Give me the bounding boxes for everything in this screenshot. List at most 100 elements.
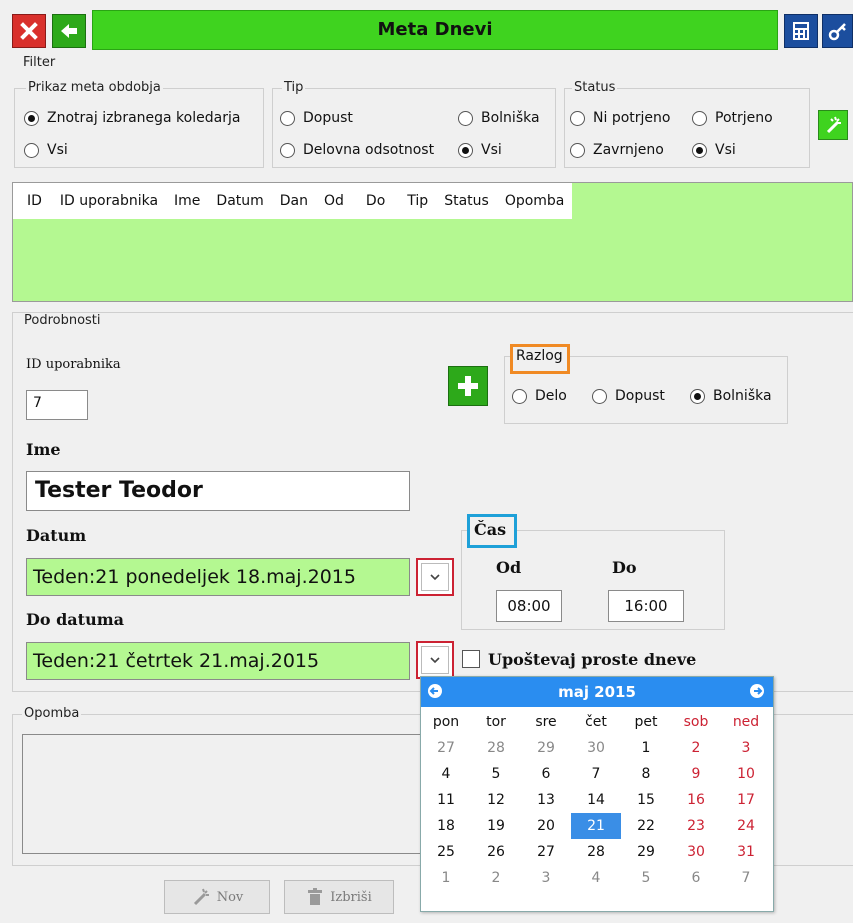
date-field[interactable]: Teden:21 ponedeljek 18.maj.2015	[26, 558, 410, 596]
radio-button[interactable]	[570, 110, 585, 126]
type-option-vsi[interactable]: Vsi	[458, 142, 502, 158]
calendar-day[interactable]: 4	[421, 761, 471, 787]
calendar-day[interactable]: 13	[521, 787, 571, 813]
column-header-day[interactable]: Dan	[272, 183, 316, 219]
column-header-date[interactable]: Datum	[208, 183, 271, 219]
calendar-day[interactable]: 22	[621, 813, 671, 839]
radio-button[interactable]	[458, 142, 473, 158]
calendar-day[interactable]: 31	[721, 839, 771, 865]
calendar-day[interactable]: 9	[671, 761, 721, 787]
calendar-day[interactable]: 29	[521, 735, 571, 761]
apply-filter-button[interactable]	[818, 110, 848, 140]
calendar-day[interactable]: 20	[521, 813, 571, 839]
calendar-day[interactable]: 26	[471, 839, 521, 865]
reason-option-dopust[interactable]: Dopust	[592, 388, 665, 404]
calendar-day[interactable]: 4	[571, 865, 621, 891]
calendar-day[interactable]: 5	[621, 865, 671, 891]
calendar-day[interactable]: 1	[621, 735, 671, 761]
calendar-day[interactable]: 3	[521, 865, 571, 891]
calendar-day[interactable]: 8	[621, 761, 671, 787]
to-date-field[interactable]: Teden:21 četrtek 21.maj.2015	[26, 642, 410, 680]
column-header-user-id[interactable]: ID uporabnika	[52, 183, 166, 219]
consider-free-days-label[interactable]: Upoštevaj proste dneve	[488, 650, 696, 669]
calendar-day[interactable]: 25	[421, 839, 471, 865]
calendar-day[interactable]: 23	[671, 813, 721, 839]
calendar-day[interactable]: 2	[671, 735, 721, 761]
calendar-day[interactable]: 12	[471, 787, 521, 813]
calendar-day[interactable]: 17	[721, 787, 771, 813]
time-to-field[interactable]: 16:00	[608, 590, 684, 622]
calendar-day[interactable]: 27	[421, 735, 471, 761]
calendar-day[interactable]: 3	[721, 735, 771, 761]
column-header-type[interactable]: Tip	[399, 183, 436, 219]
consider-free-days-checkbox[interactable]	[462, 650, 480, 668]
radio-button[interactable]	[280, 142, 295, 158]
calendar-day[interactable]: 1	[421, 865, 471, 891]
radio-button[interactable]	[512, 388, 527, 404]
calendar-day[interactable]: 29	[621, 839, 671, 865]
calendar-day-selected[interactable]: 21	[571, 813, 621, 839]
status-option-vsi[interactable]: Vsi	[692, 142, 736, 158]
radio-button[interactable]	[24, 110, 39, 126]
period-option-range[interactable]: Znotraj izbranega koledarja	[24, 110, 240, 126]
calendar-day[interactable]: 11	[421, 787, 471, 813]
radio-button[interactable]	[24, 142, 39, 158]
calendar-day[interactable]: 27	[521, 839, 571, 865]
user-id-field[interactable]: 7	[26, 390, 88, 420]
radio-button[interactable]	[458, 110, 473, 126]
status-option-zavrnjeno[interactable]: Zavrnjeno	[570, 142, 664, 158]
type-option-delovna-odsotnost[interactable]: Delovna odsotnost	[280, 142, 434, 158]
calendar-day[interactable]: 30	[571, 735, 621, 761]
reason-option-delo[interactable]: Delo	[512, 388, 567, 404]
name-field[interactable]: Tester Teodor	[26, 471, 410, 511]
calendar-day[interactable]: 14	[571, 787, 621, 813]
calendar-day[interactable]: 6	[521, 761, 571, 787]
column-header-status[interactable]: Status	[436, 183, 497, 219]
calendar-day[interactable]: 24	[721, 813, 771, 839]
type-option-dopust[interactable]: Dopust	[280, 110, 353, 126]
calendar-day[interactable]: 30	[671, 839, 721, 865]
save-button[interactable]	[784, 14, 818, 48]
arrow-left-icon[interactable]	[427, 683, 443, 699]
radio-button[interactable]	[570, 142, 585, 158]
period-option-all[interactable]: Vsi	[24, 142, 68, 158]
calendar-popup[interactable]: maj 2015 pon tor sre čet pet sob ned 27 …	[420, 676, 774, 912]
radio-button[interactable]	[690, 388, 705, 404]
calendar-day[interactable]: 18	[421, 813, 471, 839]
radio-button[interactable]	[592, 388, 607, 404]
calendar-day[interactable]: 16	[671, 787, 721, 813]
column-header-to[interactable]: Do	[352, 183, 399, 219]
column-header-note[interactable]: Opomba	[497, 183, 573, 219]
column-header-id[interactable]: ID	[13, 183, 52, 219]
radio-button[interactable]	[280, 110, 295, 126]
calendar-day[interactable]: 2	[471, 865, 521, 891]
calendar-day[interactable]: 6	[671, 865, 721, 891]
status-option-potrjeno[interactable]: Potrjeno	[692, 110, 773, 126]
delete-button[interactable]: Izbriši	[284, 880, 394, 914]
radio-button[interactable]	[692, 110, 707, 126]
close-button[interactable]	[12, 14, 46, 48]
column-header-from[interactable]: Od	[316, 183, 352, 219]
status-option-ni-potrjeno[interactable]: Ni potrjeno	[570, 110, 670, 126]
to-date-dropdown-button[interactable]	[416, 641, 454, 679]
column-header-name[interactable]: Ime	[166, 183, 208, 219]
date-dropdown-button[interactable]	[416, 558, 454, 596]
calendar-day[interactable]: 7	[721, 865, 771, 891]
radio-button[interactable]	[692, 142, 707, 158]
note-textarea[interactable]	[22, 734, 432, 854]
calendar-day[interactable]: 28	[471, 735, 521, 761]
calendar-day[interactable]: 7	[571, 761, 621, 787]
add-button[interactable]	[448, 366, 488, 406]
calendar-month-label[interactable]: maj 2015	[558, 683, 636, 701]
calendar-day[interactable]: 19	[471, 813, 521, 839]
back-button[interactable]	[52, 14, 86, 48]
calendar-day[interactable]: 28	[571, 839, 621, 865]
calendar-day[interactable]: 5	[471, 761, 521, 787]
type-option-bolniska[interactable]: Bolniška	[458, 110, 540, 126]
reason-option-bolniska[interactable]: Bolniška	[690, 388, 772, 404]
calendar-day[interactable]: 15	[621, 787, 671, 813]
time-from-field[interactable]: 08:00	[496, 590, 562, 622]
arrow-right-icon[interactable]	[749, 683, 765, 699]
calendar-day[interactable]: 10	[721, 761, 771, 787]
new-button[interactable]: Nov	[164, 880, 270, 914]
